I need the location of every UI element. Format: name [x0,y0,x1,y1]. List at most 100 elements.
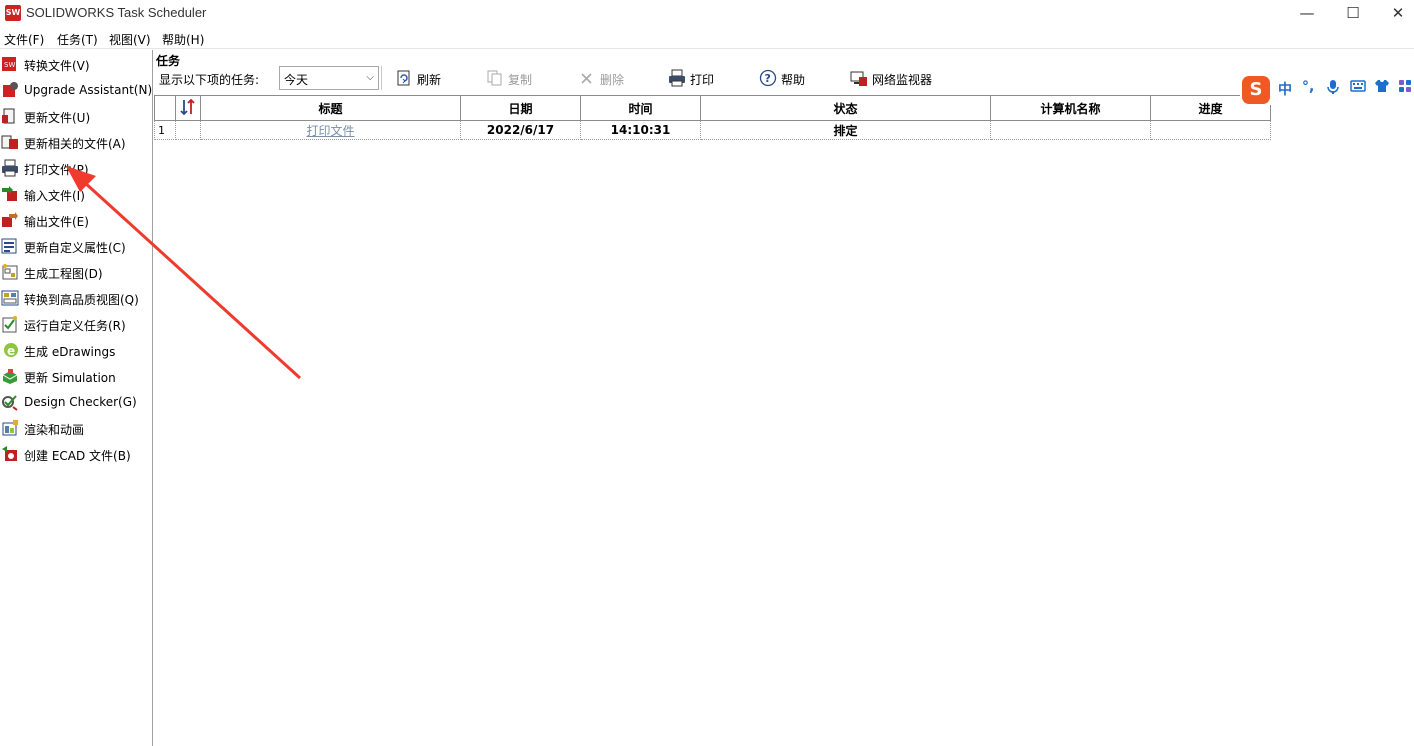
network-monitor-label: 网络监视器 [872,73,933,87]
export-files-icon [2,212,18,227]
sidebar-item-import-files[interactable]: 输入文件(I) [0,182,152,206]
menu-file[interactable]: 文件(F) [4,31,44,48]
column-header-status[interactable]: 状态 [700,95,991,121]
sidebar-item-label: 渲染和动画 [24,423,85,437]
sidebar-item-label: 转换文件(V) [24,59,90,73]
filter-label: 显示以下项的任务: [159,73,260,87]
row-sort-cell [175,120,201,140]
table-header-row: 标题 日期 时间 状态 计算机名称 进度 [154,95,1271,121]
sidebar-item-create-edrawings[interactable]: e 生成 eDrawings [0,338,152,362]
sidebar-item-label: 更新相关的文件(A) [24,137,126,151]
sidebar-item-label: 输入文件(I) [24,189,85,203]
upgrade-assistant-icon [3,82,18,97]
keyboard-icon[interactable] [1350,79,1366,97]
sidebar-item-update-files[interactable]: 更新文件(U) [0,104,152,128]
ime-punctuation-toggle[interactable]: °, [1302,79,1314,95]
column-header-date[interactable]: 日期 [460,95,581,121]
table-row[interactable]: 1 打印文件 2022/6/17 14:10:31 排定 [154,120,1271,140]
minimize-button[interactable]: — [1284,0,1330,28]
import-files-icon [2,186,17,201]
printer-icon [669,69,685,87]
menu-bar: 文件(F) 任务(T) 视图(V) 帮助(H) [0,28,1414,49]
sidebar-item-label: 输出文件(E) [24,215,89,229]
task-computer [990,120,1151,140]
chevron-down-icon: ⌵ [366,72,374,83]
copy-icon [487,70,502,86]
svg-text:e: e [7,344,15,358]
sidebar-item-label: Upgrade Assistant(N) [24,83,153,97]
sort-column-header[interactable] [175,95,201,121]
help-icon: ? [759,69,777,87]
sidebar-item-label: 打印文件(P) [24,163,89,177]
sidebar-item-create-ecad[interactable]: 创建 ECAD 文件(B) [0,442,152,466]
sidebar-item-upgrade-assistant[interactable]: Upgrade Assistant(N) [0,78,152,102]
update-files-icon [2,108,15,124]
drawing-icon [2,264,18,280]
sidebar-item-update-simulation[interactable]: 更新 Simulation [0,364,152,388]
tasks-panel-title: 任务 [156,54,181,68]
sidebar-item-render-animation[interactable]: 渲染和动画 [0,416,152,440]
toolbar-separator [381,66,382,90]
menu-task[interactable]: 任务(T) [57,31,98,48]
skin-shirt-icon[interactable] [1374,79,1390,97]
column-header-time[interactable]: 时间 [580,95,701,121]
delete-icon [581,73,592,84]
custom-properties-icon [1,238,17,254]
design-checker-icon [2,395,18,411]
task-status: 排定 [700,120,991,140]
sogou-logo-icon[interactable]: S [1242,76,1270,104]
close-button[interactable]: ✕ [1375,0,1414,28]
simulation-icon [2,369,18,384]
ime-toolbar: S 中 °, [1240,73,1414,105]
refresh-label: 刷新 [417,73,442,87]
custom-task-icon [2,316,17,333]
sidebar-item-design-checker[interactable]: Design Checker(G) [0,390,152,414]
column-header-title[interactable]: 标题 [200,95,461,121]
sidebar-item-label: Design Checker(G) [24,395,137,409]
tasks-table: 标题 日期 时间 状态 计算机名称 进度 1 打印文件 2022/6/17 14… [154,95,1271,140]
solidworks-app-icon: SW [5,5,21,21]
sidebar-item-update-custom-properties[interactable]: 更新自定义属性(C) [0,234,152,258]
row-number-header [154,95,176,121]
sidebar-item-create-drawings[interactable]: 生成工程图(D) [0,260,152,284]
task-time: 14:10:31 [580,120,701,140]
task-type-sidebar: SW 转换文件(V) Upgrade Assistant(N) 更新文件(U) … [0,50,153,746]
task-date: 2022/6/17 [460,120,581,140]
high-quality-view-icon [1,290,19,306]
copy-label: 复制 [508,73,533,87]
delete-label: 删除 [600,73,625,87]
title-bar: SW SOLIDWORKS Task Scheduler — ☐ ✕ [0,0,1414,28]
sidebar-item-print-files[interactable]: 打印文件(P) [0,156,152,180]
ime-mode-toggle[interactable]: 中 [1278,79,1292,99]
svg-text:SW: SW [4,61,15,69]
row-number: 1 [154,120,176,140]
column-header-computer[interactable]: 计算机名称 [990,95,1151,121]
ecad-icon [2,446,17,461]
menu-view[interactable]: 视图(V) [109,31,151,48]
sidebar-item-export-files[interactable]: 输出文件(E) [0,208,152,232]
sidebar-item-update-related-files[interactable]: 更新相关的文件(A) [0,130,152,154]
filter-dropdown[interactable]: 今天 ⌵ [279,66,379,90]
sidebar-item-run-custom-task[interactable]: 运行自定义任务(R) [0,312,152,336]
task-title-link[interactable]: 打印文件 [200,120,461,140]
microphone-icon[interactable] [1326,79,1340,99]
sidebar-item-label: 运行自定义任务(R) [24,319,126,333]
sidebar-item-convert-files[interactable]: SW 转换文件(V) [0,52,152,76]
ime-menu-icon[interactable] [1398,79,1412,97]
menu-help[interactable]: 帮助(H) [162,31,204,48]
sidebar-item-label: 更新文件(U) [24,111,91,125]
filter-dropdown-value: 今天 [284,73,309,87]
sidebar-item-label: 转换到高品质视图(Q) [24,293,139,307]
sidebar-item-label: 创建 ECAD 文件(B) [24,449,131,463]
convert-files-icon: SW [2,57,16,71]
task-progress [1150,120,1271,140]
update-related-files-icon [1,135,18,149]
edrawings-icon: e [4,343,18,358]
maximize-button[interactable]: ☐ [1330,0,1376,28]
sidebar-item-label: 生成工程图(D) [24,267,103,281]
sidebar-item-label: 生成 eDrawings [24,345,116,359]
sort-icon [180,98,195,115]
window-title: SOLIDWORKS Task Scheduler [26,5,207,20]
render-animation-icon [2,420,18,436]
sidebar-item-convert-high-quality[interactable]: 转换到高品质视图(Q) [0,286,152,310]
